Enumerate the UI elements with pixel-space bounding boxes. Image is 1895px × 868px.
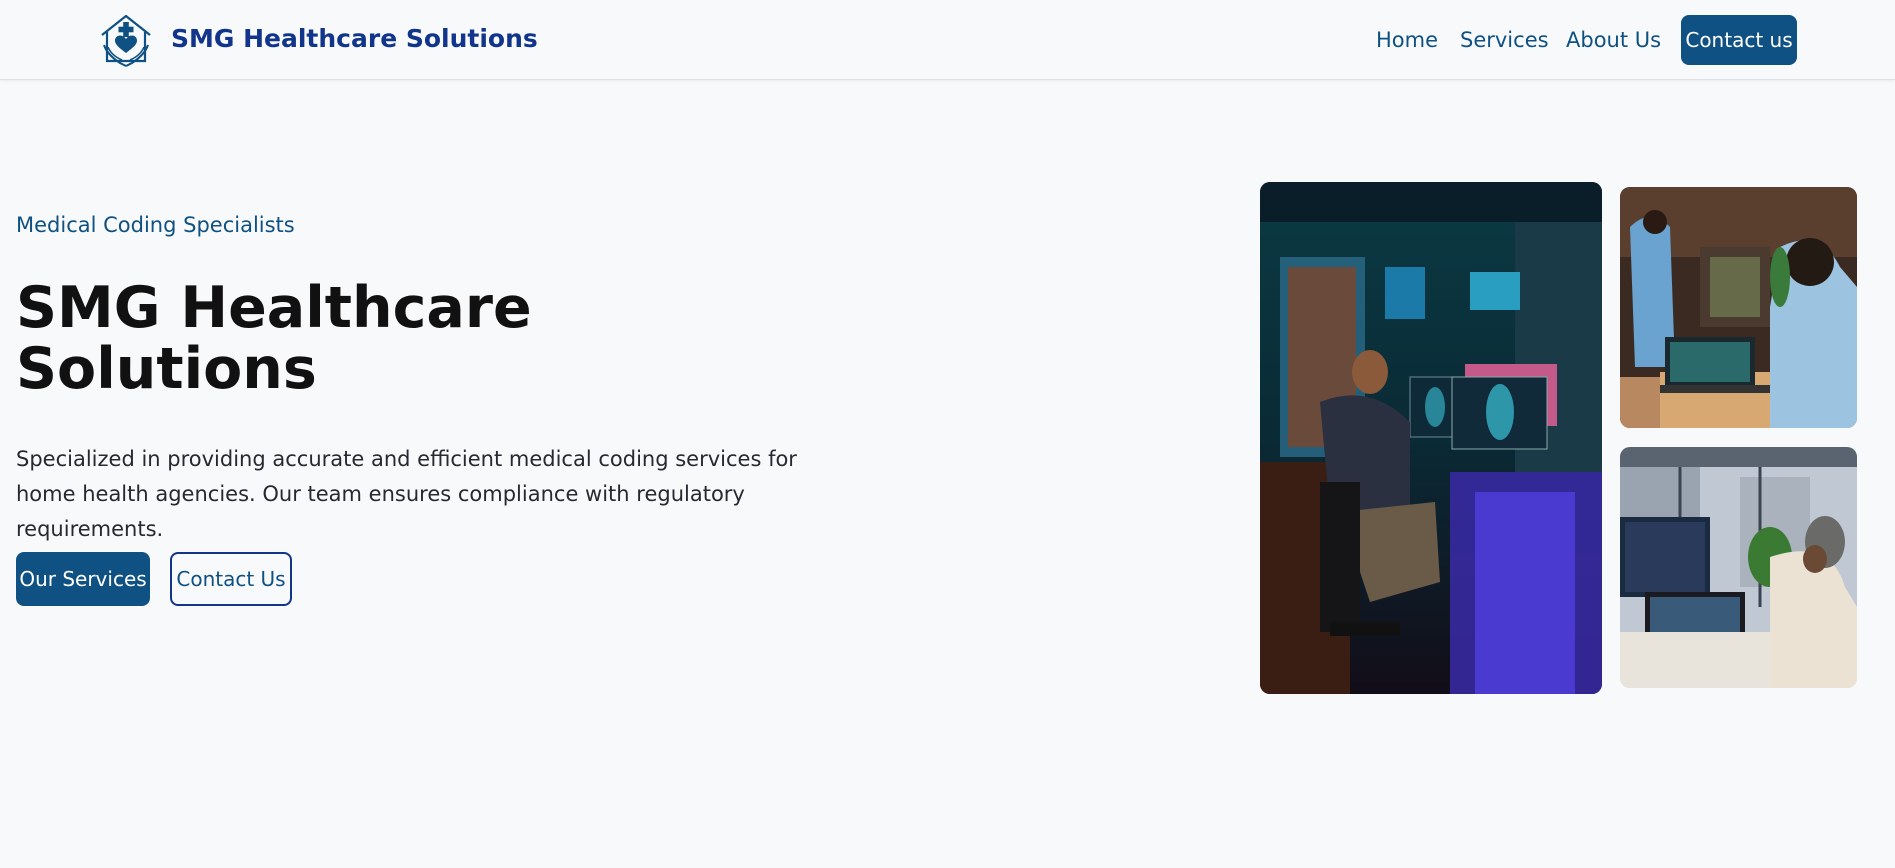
contact-us-secondary-button[interactable]: Contact Us — [170, 552, 292, 606]
contact-us-button[interactable]: Contact us — [1681, 15, 1797, 65]
house-heart-hands-icon[interactable] — [96, 11, 156, 71]
nav-about-us[interactable]: About Us — [1566, 25, 1661, 55]
woman-office-screens-photo — [1620, 447, 1857, 688]
nav-home[interactable]: Home — [1376, 25, 1438, 55]
medical-team-laptop-photo — [1620, 187, 1857, 428]
brand-name[interactable]: SMG Healthcare Solutions — [171, 22, 538, 56]
site-header: SMG Healthcare Solutions Home Services A… — [0, 0, 1895, 80]
hero-eyebrow: Medical Coding Specialists — [16, 213, 295, 237]
hero-description: Specialized in providing accurate and ef… — [16, 447, 797, 541]
man-at-computer-photo — [1260, 182, 1602, 694]
hero-title: SMG Healthcare Solutions — [16, 275, 532, 402]
nav-services[interactable]: Services — [1460, 25, 1549, 55]
our-services-button[interactable]: Our Services — [16, 552, 150, 606]
